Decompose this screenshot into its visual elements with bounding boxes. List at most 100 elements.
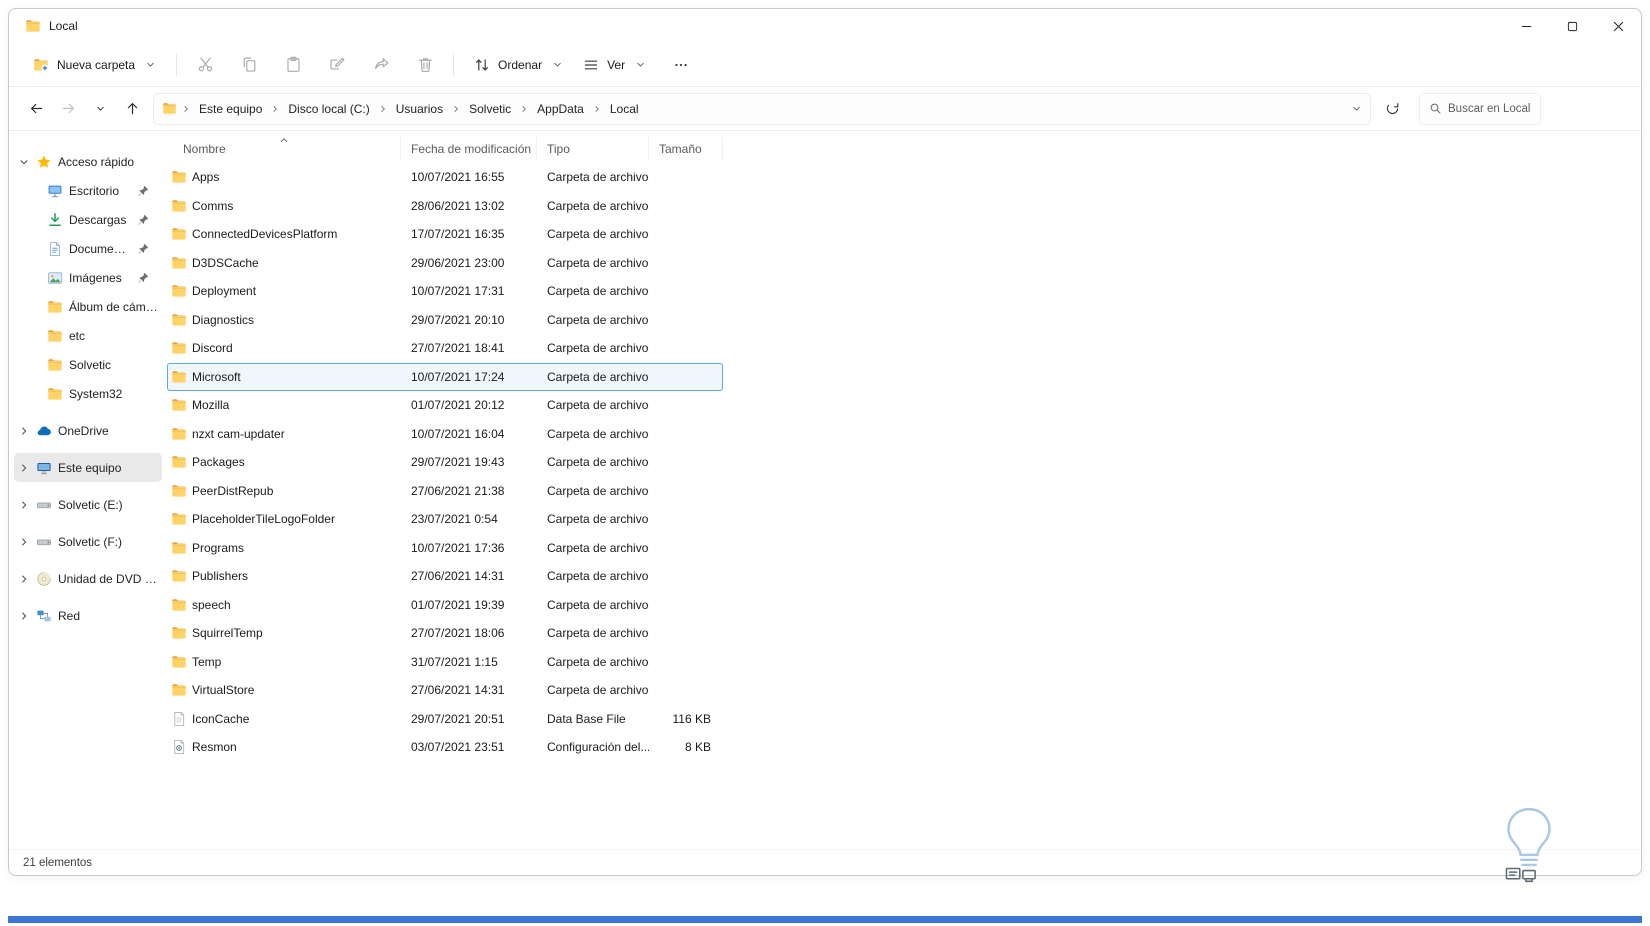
share-button[interactable] xyxy=(363,48,399,82)
file-row-peerdistrepub[interactable]: PeerDistRepub 27/06/2021 21:38 Carpeta de … xyxy=(167,477,723,506)
sidebar-item-onedrive[interactable]: OneDrive xyxy=(14,416,162,445)
file-row-discord[interactable]: Discord 27/07/2021 18:41 Carpeta de archiv… xyxy=(167,334,723,363)
delete-icon xyxy=(417,56,434,73)
file-name: speech xyxy=(192,597,231,612)
file-row-temp[interactable]: Temp 31/07/2021 1:15 Carpeta de archivos xyxy=(167,648,723,677)
address-history-chevron-icon[interactable] xyxy=(1351,103,1362,114)
sidebar-item-label: Escritorio xyxy=(69,183,120,198)
chevron-down-button[interactable] xyxy=(85,94,115,124)
sidebar-item-unidad-de-dvd-d[interactable]: Unidad de DVD (D:) xyxy=(14,564,162,593)
view-button[interactable]: Ver xyxy=(573,50,656,80)
drive-icon xyxy=(36,534,52,550)
file-row-programs[interactable]: Programs 10/07/2021 17:36 Carpeta de archi… xyxy=(167,534,723,563)
file-row-publishers[interactable]: Publishers 27/06/2021 14:31 Carpeta de arc… xyxy=(167,562,723,591)
breadcrumb: Este equipo Disco local (C:) Usuarios Solve… xyxy=(162,99,1347,119)
sidebar-item-system32[interactable]: System32 xyxy=(14,379,162,408)
breadcrumb-segment-solvetic[interactable]: Solvetic xyxy=(463,99,517,119)
search-input[interactable] xyxy=(1448,102,1531,115)
file-date: 27/06/2021 14:31 xyxy=(411,683,505,698)
file-name-cell: Diagnostics xyxy=(167,306,401,335)
column-header-nombre[interactable]: Nombre xyxy=(167,137,401,161)
file-row-comms[interactable]: Comms 28/06/2021 13:02 Carpeta de archivos xyxy=(167,192,723,221)
search-box[interactable] xyxy=(1419,92,1541,125)
file-name-cell: Resmon xyxy=(167,733,401,762)
file-row-deployment[interactable]: Deployment 10/07/2021 17:31 Carpeta de arc… xyxy=(167,277,723,306)
expander[interactable] xyxy=(18,536,30,548)
breadcrumb-segment-appdata[interactable]: AppData xyxy=(531,99,590,119)
delete-button[interactable] xyxy=(407,48,443,82)
file-name: D3DSCache xyxy=(192,255,259,270)
back-button[interactable] xyxy=(21,94,51,124)
new-folder-button[interactable]: Nueva carpeta xyxy=(23,50,166,80)
breadcrumb-segment-disco-local-c[interactable]: Disco local (C:) xyxy=(282,99,375,119)
expander[interactable] xyxy=(18,425,30,437)
sidebar-item-solvetic[interactable]: Solvetic xyxy=(14,350,162,379)
sidebar-item-album-de-camara[interactable]: Álbum de cámara xyxy=(14,292,162,321)
column-header-tipo[interactable]: Tipo xyxy=(537,137,649,161)
expander[interactable] xyxy=(18,462,30,474)
file-row-apps[interactable]: Apps 10/07/2021 16:55 Carpeta de archivos xyxy=(167,163,723,192)
file-row-speech[interactable]: speech 01/07/2021 19:39 Carpeta de archivo… xyxy=(167,591,723,620)
expander[interactable] xyxy=(18,156,30,168)
maximize-button[interactable] xyxy=(1549,9,1595,43)
breadcrumb-segment-local[interactable]: Local xyxy=(604,99,645,119)
sidebar-item-descargas[interactable]: Descargas xyxy=(14,205,162,234)
file-row-microsoft[interactable]: Microsoft 10/07/2021 17:24 Carpeta de arch… xyxy=(167,362,723,391)
minimize-button[interactable] xyxy=(1503,9,1549,43)
close-button[interactable] xyxy=(1595,9,1641,43)
file-size xyxy=(649,420,723,449)
file-row-packages[interactable]: Packages 29/07/2021 19:43 Carpeta de archi… xyxy=(167,448,723,477)
breadcrumb-segment-este-equipo[interactable]: Este equipo xyxy=(193,99,268,119)
sidebar-item-solvetic-f[interactable]: Solvetic (F:) xyxy=(14,527,162,556)
more-options-button[interactable] xyxy=(664,48,698,82)
sort-button[interactable]: Ordenar xyxy=(464,50,573,80)
column-header-tamano[interactable]: Tamaño xyxy=(649,137,723,161)
paste-button[interactable] xyxy=(275,48,311,82)
chevron-down-icon xyxy=(635,59,646,70)
sidebar-item-etc[interactable]: etc xyxy=(14,321,162,350)
copy-button[interactable] xyxy=(231,48,267,82)
file-row-iconcache[interactable]: IconCache 29/07/2021 20:51 Data Base File 1… xyxy=(167,705,723,734)
breadcrumb-chevron-icon xyxy=(519,104,529,114)
breadcrumb-bar[interactable]: Este equipo Disco local (C:) Usuarios Solve… xyxy=(153,92,1371,125)
file-size xyxy=(649,505,723,534)
sidebar-item-este-equipo[interactable]: Este equipo xyxy=(14,453,162,482)
file-name-cell: ConnectedDevicesPlatform xyxy=(167,220,401,249)
chevron-right-icon xyxy=(18,499,30,511)
file-row-virtualstore[interactable]: VirtualStore 27/06/2021 14:31 Carpeta de a… xyxy=(167,676,723,705)
sidebar-item-acceso-rapido[interactable]: Acceso rápido xyxy=(14,147,162,176)
file-row-diagnostics[interactable]: Diagnostics 29/07/2021 20:10 Carpeta de ar… xyxy=(167,306,723,335)
expander[interactable] xyxy=(18,499,30,511)
file-size xyxy=(649,448,723,477)
forward-button[interactable] xyxy=(53,94,83,124)
breadcrumb-segment-usuarios[interactable]: Usuarios xyxy=(390,99,449,119)
file-row-placeholdertilelogofolder[interactable]: PlaceholderTileLogoFolder 23/07/2021 0:54… xyxy=(167,505,723,534)
sidebar-item-documentos[interactable]: Documentos xyxy=(14,234,162,263)
file-row-squirreltemp[interactable]: SquirrelTemp 27/07/2021 18:06 Carpeta de a… xyxy=(167,619,723,648)
column-header-fecha-de-modificacion[interactable]: Fecha de modificación xyxy=(401,137,537,161)
expander[interactable] xyxy=(18,610,30,622)
breadcrumb-chevron-icon xyxy=(270,104,280,114)
sidebar-item-escritorio[interactable]: Escritorio xyxy=(14,176,162,205)
file-row-resmon[interactable]: Resmon 03/07/2021 23:51 Configuración del.… xyxy=(167,733,723,762)
file-type: Carpeta de archivos xyxy=(547,284,649,299)
refresh-button[interactable] xyxy=(1377,94,1407,124)
file-type: Carpeta de archivos xyxy=(547,483,649,498)
file-row-d3dscache[interactable]: D3DSCache 29/06/2021 23:00 Carpeta de arch… xyxy=(167,249,723,278)
titlebar[interactable]: Local xyxy=(9,9,1641,43)
sidebar-item-solvetic-e[interactable]: Solvetic (E:) xyxy=(14,490,162,519)
folder-icon xyxy=(47,328,63,344)
refresh-icon xyxy=(1385,101,1400,116)
file-size xyxy=(649,534,723,563)
sidebar-item-red[interactable]: Red xyxy=(14,601,162,630)
folder-icon xyxy=(171,226,187,242)
file-row-mozilla[interactable]: Mozilla 01/07/2021 20:12 Carpeta de archiv… xyxy=(167,391,723,420)
cut-button[interactable] xyxy=(187,48,223,82)
file-row-nzxt-cam-updater[interactable]: nzxt cam-updater 10/07/2021 16:04 Carpeta … xyxy=(167,420,723,449)
up-button[interactable] xyxy=(117,94,147,124)
file-row-connecteddevicesplatform[interactable]: ConnectedDevicesPlatform 17/07/2021 16:35… xyxy=(167,220,723,249)
rename-button[interactable] xyxy=(319,48,355,82)
file-name-cell: Programs xyxy=(167,534,401,563)
expander[interactable] xyxy=(18,573,30,585)
sidebar-item-imagenes[interactable]: Imágenes xyxy=(14,263,162,292)
